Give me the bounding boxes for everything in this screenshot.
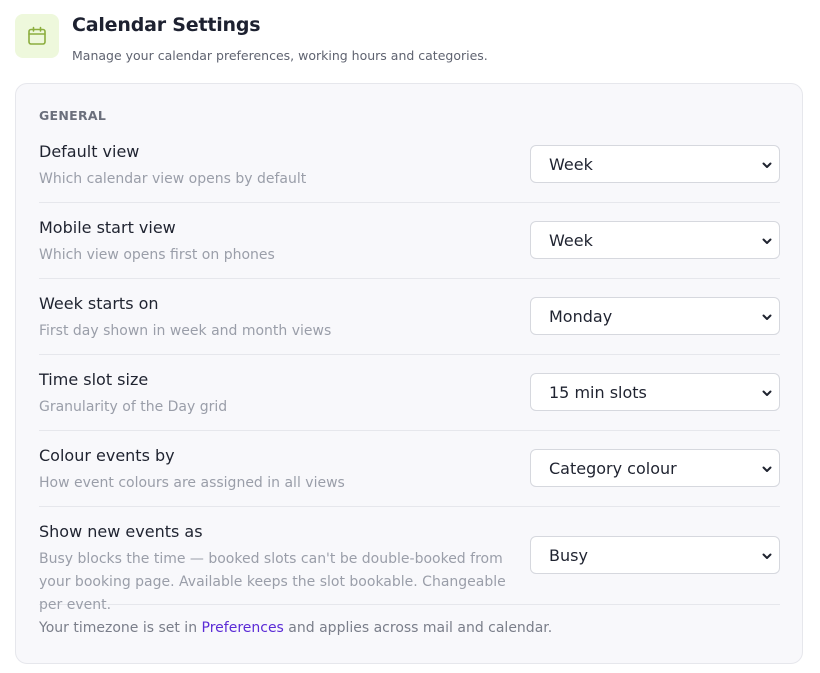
select-value: Category colour	[549, 458, 677, 478]
preferences-link[interactable]: Preferences	[202, 620, 284, 636]
select-value: Busy	[549, 545, 588, 565]
timezone-note: Your timezone is set in Preferences and …	[39, 620, 552, 636]
chevron-down-icon	[762, 390, 772, 396]
page-title: Calendar Settings	[72, 14, 261, 36]
page-subtitle: Manage your calendar preferences, workin…	[72, 48, 488, 63]
setting-row-default-view: Default view Which calendar view opens b…	[39, 142, 780, 203]
setting-description: How event colours are assigned in all vi…	[39, 475, 345, 491]
setting-row-week-starts-on: Week starts on First day shown in week a…	[39, 294, 780, 355]
default-view-select[interactable]: Week	[530, 145, 780, 183]
setting-title: Week starts on	[39, 294, 159, 313]
chevron-down-icon	[762, 553, 772, 559]
week-starts-on-select[interactable]: Monday	[530, 297, 780, 335]
setting-description: Granularity of the Day grid	[39, 399, 228, 415]
note-text-after: and applies across mail and calendar.	[283, 620, 553, 636]
setting-row-show-new-events-as: Show new events as Busy blocks the time …	[39, 522, 780, 613]
show-new-events-as-select[interactable]: Busy	[530, 536, 780, 574]
setting-row-colour-events-by: Colour events by How event colours are a…	[39, 446, 780, 507]
setting-row-time-slot-size: Time slot size Granularity of the Day gr…	[39, 370, 780, 431]
page-header: Calendar Settings Manage your calendar p…	[15, 12, 805, 70]
section-label-general: GENERAL	[39, 108, 107, 123]
calendar-icon	[15, 14, 59, 58]
select-value: Monday	[549, 306, 613, 326]
setting-description: Which calendar view opens by default	[39, 171, 307, 187]
chevron-down-icon	[762, 238, 772, 244]
setting-title: Colour events by	[39, 446, 175, 465]
setting-title: Default view	[39, 142, 140, 161]
select-value: 15 min slots	[549, 382, 647, 402]
colour-events-by-select[interactable]: Category colour	[530, 449, 780, 487]
general-settings-card: GENERAL Default view Which calendar view…	[15, 83, 803, 664]
chevron-down-icon	[762, 162, 772, 168]
time-slot-size-select[interactable]: 15 min slots	[530, 373, 780, 411]
select-value: Week	[549, 154, 593, 174]
setting-title: Time slot size	[39, 370, 149, 389]
setting-title: Mobile start view	[39, 218, 176, 237]
chevron-down-icon	[762, 314, 772, 320]
select-value: Week	[549, 230, 593, 250]
chevron-down-icon	[762, 466, 772, 472]
setting-title: Show new events as	[39, 522, 203, 541]
setting-description: Busy blocks the time — booked slots can'…	[39, 551, 506, 613]
setting-description: Which view opens first on phones	[39, 247, 275, 263]
mobile-start-view-select[interactable]: Week	[530, 221, 780, 259]
setting-row-mobile-start-view: Mobile start view Which view opens first…	[39, 218, 780, 279]
note-text-before: Your timezone is set in	[39, 620, 202, 636]
setting-description: First day shown in week and month views	[39, 323, 332, 339]
